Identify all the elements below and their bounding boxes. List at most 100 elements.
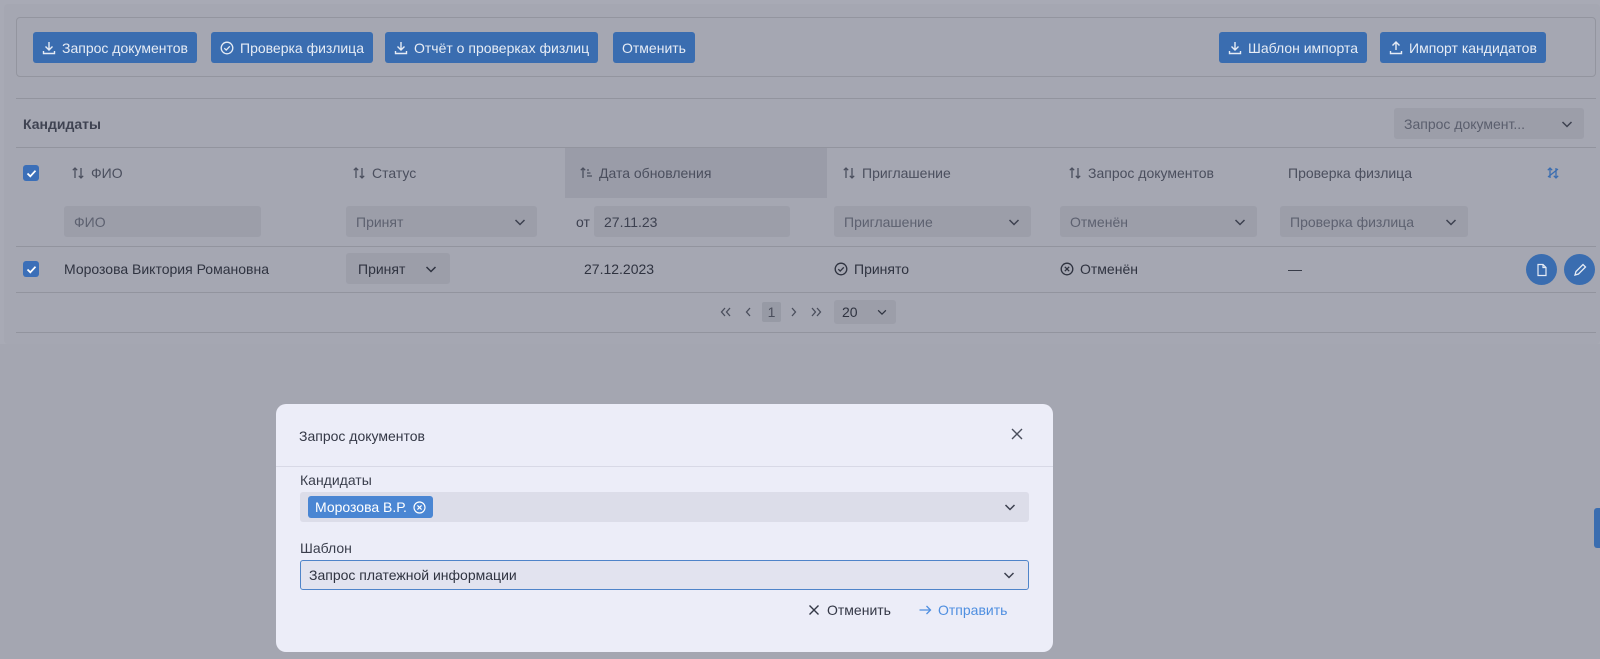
modal-cancel-label: Отменить <box>827 602 891 618</box>
sort-icon <box>1069 167 1081 179</box>
report-button[interactable]: Отчёт о проверках физлиц <box>385 32 599 63</box>
double-chevron-left-icon <box>720 307 731 317</box>
fio-filter-placeholder: ФИО <box>74 213 106 230</box>
upload-icon <box>1389 40 1403 54</box>
template-label: Шаблон <box>300 540 352 556</box>
chevron-right-icon <box>791 307 797 317</box>
status-filter-value: Принят <box>356 213 404 230</box>
header-fio[interactable]: ФИО <box>71 148 123 198</box>
check-filter-select[interactable]: Проверка физлица <box>1280 206 1468 237</box>
header-updated[interactable]: Дата обновления <box>565 148 827 198</box>
view-select[interactable]: Запрос документ... <box>1394 108 1584 139</box>
check-circle-icon <box>834 262 848 276</box>
header-fio-label: ФИО <box>91 165 123 181</box>
check-circle-icon <box>220 41 234 54</box>
row-invite: Принято <box>834 246 909 292</box>
sort-icon <box>72 167 84 179</box>
check-filter-value: Проверка физлица <box>1290 213 1414 230</box>
header-invite-label: Приглашение <box>862 165 951 181</box>
candidate-chip: Морозова В.Р. <box>308 496 433 518</box>
row-status-value: Принят <box>358 260 406 277</box>
table-row[interactable]: Морозова Виктория Романовна Принят 27.12… <box>16 246 1596 292</box>
download-icon <box>1228 41 1242 54</box>
remove-chip-icon[interactable] <box>413 500 426 514</box>
prev-page-button[interactable] <box>742 302 754 322</box>
side-panel-tab[interactable] <box>1594 508 1600 548</box>
chevron-left-icon <box>745 307 751 317</box>
modal-cancel-button[interactable]: Отменить <box>807 602 891 618</box>
request-docs-button[interactable]: Запрос документов <box>33 32 197 63</box>
candidate-chip-label: Морозова В.Р. <box>315 499 407 515</box>
header-updated-label: Дата обновления <box>599 165 712 181</box>
select-all-checkbox[interactable] <box>23 148 39 198</box>
sort-icon <box>843 167 855 179</box>
arrow-right-icon <box>919 605 932 615</box>
fio-filter-input[interactable]: ФИО <box>64 206 261 237</box>
import-candidates-label: Импорт кандидатов <box>1409 39 1537 56</box>
template-select-value: Запрос платежной информации <box>309 567 517 583</box>
import-template-button[interactable]: Шаблон импорта <box>1219 32 1368 63</box>
date-filter-input[interactable]: 27.11.23 <box>594 206 790 237</box>
header-check: Проверка физлица <box>1288 148 1412 198</box>
header-status[interactable]: Статус <box>352 148 416 198</box>
report-label: Отчёт о проверках физлиц <box>414 39 590 56</box>
chevron-down-icon <box>1561 120 1573 128</box>
status-filter-select[interactable]: Принят <box>346 206 537 237</box>
table-header: ФИО Статус Дата обновления Приглашение З… <box>16 148 1596 198</box>
columns-settings[interactable] <box>1546 148 1560 198</box>
chevron-down-icon <box>1003 572 1015 579</box>
candidates-multiselect[interactable]: Морозова В.Р. <box>300 492 1029 522</box>
download-icon <box>394 41 408 54</box>
first-page-button[interactable] <box>718 302 734 322</box>
cancel-toolbar-label: Отменить <box>622 39 686 56</box>
page-size-select[interactable]: 20 <box>834 300 896 324</box>
header-invite[interactable]: Приглашение <box>842 148 951 198</box>
double-chevron-right-icon <box>811 307 822 317</box>
row-check: — <box>1288 261 1302 277</box>
import-template-label: Шаблон импорта <box>1248 39 1359 56</box>
cancel-toolbar-button[interactable]: Отменить <box>613 32 695 63</box>
check-person-button[interactable]: Проверка физлица <box>211 32 373 63</box>
cancel-circle-icon <box>1060 262 1074 276</box>
page-number-current[interactable]: 1 <box>762 302 781 322</box>
header-docs-label: Запрос документов <box>1088 165 1214 181</box>
chevron-down-icon <box>1004 504 1016 511</box>
chevron-down-icon <box>1008 218 1020 226</box>
row-document-button[interactable] <box>1526 254 1557 285</box>
check-icon <box>26 265 36 274</box>
invite-filter-value: Приглашение <box>844 213 933 230</box>
pagination: 1 20 <box>16 292 1596 332</box>
row-docs-label: Отменён <box>1080 261 1138 277</box>
row-checkbox[interactable] <box>23 246 39 292</box>
chevron-down-icon <box>877 309 887 316</box>
check-person-label: Проверка физлица <box>240 39 364 56</box>
check-icon <box>26 169 36 178</box>
row-status-select[interactable]: Принят <box>346 253 450 284</box>
docs-filter-value: Отменён <box>1070 213 1128 230</box>
divider <box>16 332 1596 333</box>
date-filter-prefix: от <box>576 214 590 230</box>
header-check-label: Проверка физлица <box>1288 165 1412 181</box>
chevron-down-icon <box>1234 218 1246 226</box>
request-docs-label: Запрос документов <box>62 39 188 56</box>
modal-header: Запрос документов <box>276 404 1053 467</box>
import-candidates-button[interactable]: Импорт кандидатов <box>1380 32 1546 63</box>
next-page-button[interactable] <box>788 302 800 322</box>
request-docs-modal: Запрос документов Кандидаты Морозова В.Р… <box>276 404 1053 652</box>
row-docs: Отменён <box>1060 246 1138 292</box>
close-icon[interactable] <box>1009 426 1025 442</box>
row-invite-label: Принято <box>854 261 910 277</box>
columns-sort-icon <box>1547 167 1559 179</box>
invite-filter-select[interactable]: Приглашение <box>834 206 1031 237</box>
last-page-button[interactable] <box>808 302 824 322</box>
modal-submit-button[interactable]: Отправить <box>918 602 1007 618</box>
header-docs[interactable]: Запрос документов <box>1068 148 1214 198</box>
date-filter-value: 27.11.23 <box>604 213 658 230</box>
document-icon <box>1536 263 1547 276</box>
template-select[interactable]: Запрос платежной информации <box>300 560 1029 590</box>
pencil-icon <box>1573 263 1586 276</box>
chevron-down-icon <box>1445 218 1457 226</box>
row-edit-button[interactable] <box>1564 254 1595 285</box>
docs-filter-select[interactable]: Отменён <box>1060 206 1257 237</box>
table-title: Кандидаты <box>23 116 101 132</box>
